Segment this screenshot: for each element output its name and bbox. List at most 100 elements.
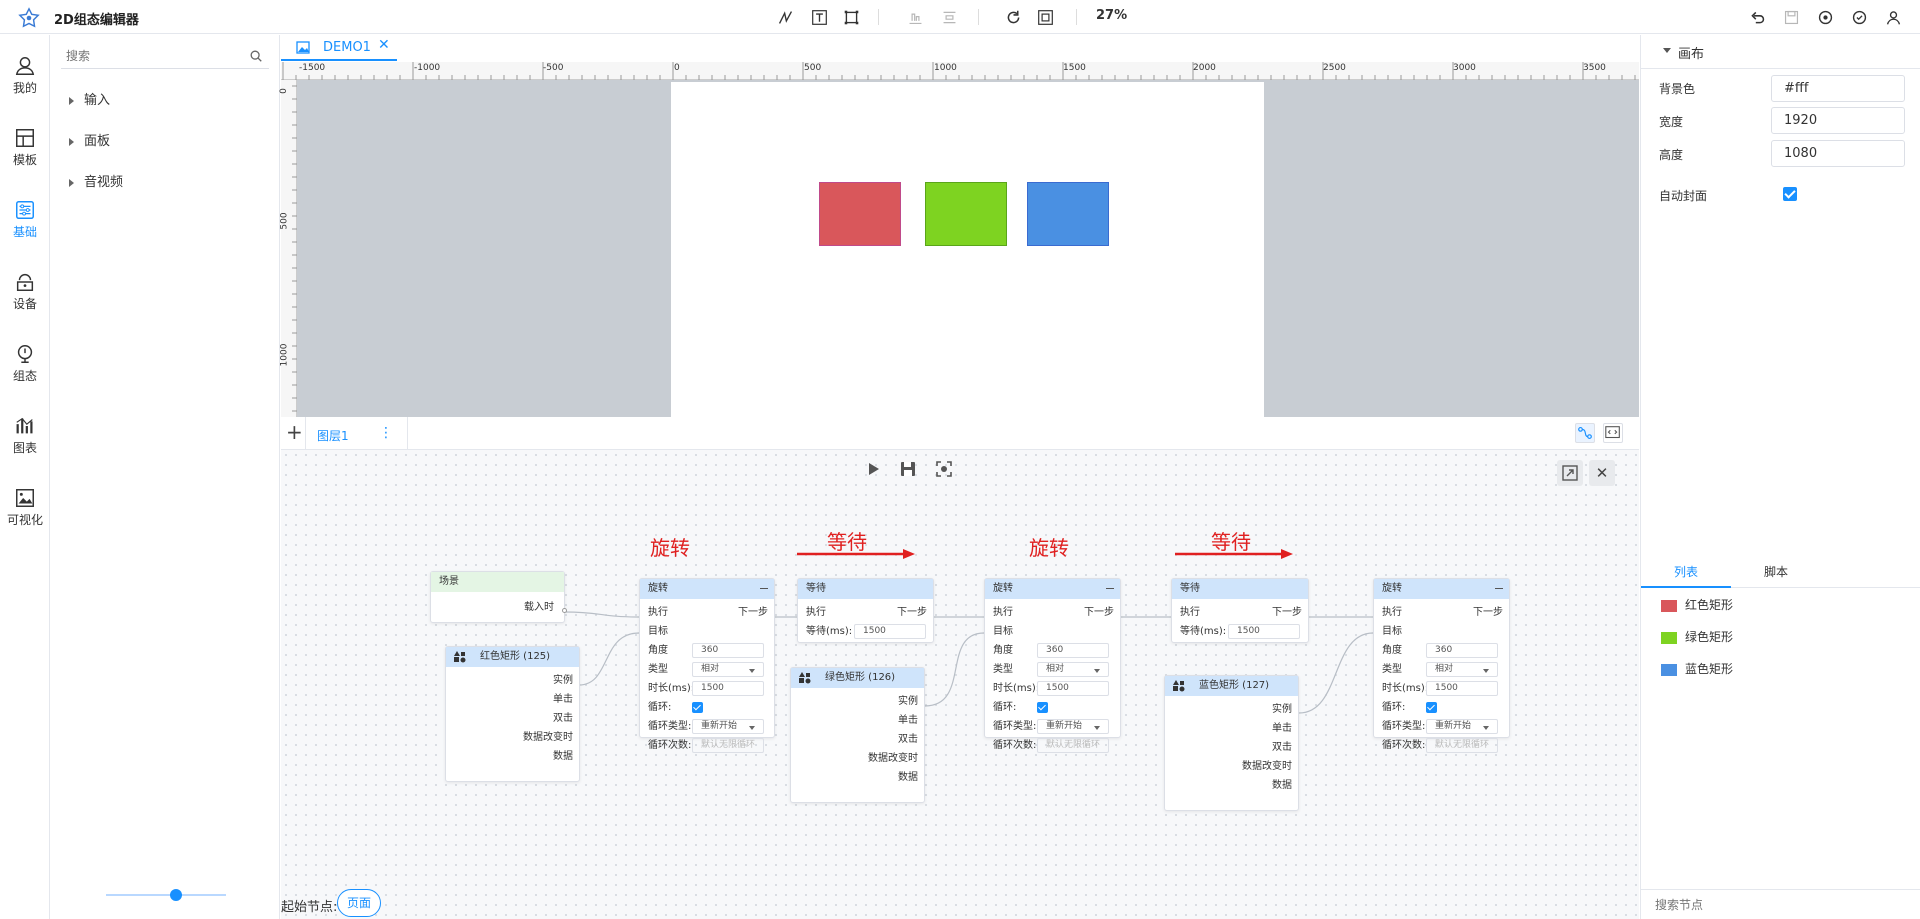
- wait-node[interactable]: 等待 执行 下一步 等待(ms): 1500: [1171, 578, 1309, 643]
- loop-type-select[interactable]: 重新开始: [1037, 719, 1109, 734]
- loop-count-input[interactable]: 默认无限循环: [1426, 738, 1498, 753]
- list-item-blue[interactable]: 蓝色矩形: [1661, 660, 1733, 677]
- duration-input[interactable]: 1500: [692, 681, 764, 696]
- save-disabled-icon[interactable]: [1782, 8, 1800, 26]
- node-title: 蓝色矩形 (127): [1199, 680, 1270, 691]
- layer-tab[interactable]: 图层1: [317, 427, 349, 444]
- red-rectangle-node[interactable]: 红色矩形 (125) 实例 单击 双击 数据改变时 数据: [445, 646, 580, 782]
- tree-item-input[interactable]: 输入: [69, 89, 110, 108]
- zoom-level[interactable]: 27%: [1096, 8, 1127, 23]
- caret-right-icon: [69, 137, 74, 146]
- loop-checkbox[interactable]: [692, 702, 703, 713]
- wait-input[interactable]: 1500: [854, 624, 926, 639]
- output-port[interactable]: [562, 608, 567, 613]
- flow-view-icon[interactable]: [1575, 423, 1595, 443]
- list-item-red[interactable]: 红色矩形: [1661, 596, 1733, 613]
- nav-item-template[interactable]: 模板: [0, 123, 50, 179]
- rotate-node[interactable]: 旋转 执行 下一步 目标 角度 360 类型 相对 时长(ms): 1500 循环: 循…: [984, 578, 1121, 753]
- tree-item-label: 音视频: [84, 175, 124, 190]
- align-icon[interactable]: [906, 8, 924, 26]
- port-label: 数据: [1272, 780, 1292, 791]
- layer-more-icon[interactable]: ⋮: [379, 426, 393, 440]
- fit-view-icon[interactable]: [1036, 8, 1054, 26]
- nav-item-basic[interactable]: 基础: [0, 195, 50, 251]
- angle-input[interactable]: 360: [692, 643, 764, 658]
- canvas-section-header[interactable]: 画布: [1641, 35, 1920, 69]
- auto-cover-checkbox[interactable]: [1783, 187, 1797, 201]
- tree-item-panel[interactable]: 面板: [69, 130, 110, 149]
- next-label: 下一步: [897, 607, 927, 618]
- type-select[interactable]: 相对: [1426, 662, 1498, 677]
- nav-item-chart[interactable]: 图表: [0, 411, 50, 467]
- blue-rectangle[interactable]: [1027, 182, 1109, 246]
- collapse-icon[interactable]: [1106, 588, 1114, 589]
- design-canvas[interactable]: [297, 80, 1639, 417]
- wait-node[interactable]: 等待 执行 下一步 等待(ms): 1500: [797, 578, 934, 643]
- blue-rectangle-node[interactable]: 蓝色矩形 (127) 实例 单击 双击 数据改变时 数据: [1164, 675, 1299, 811]
- collapse-icon[interactable]: [1495, 588, 1503, 589]
- loop-checkbox[interactable]: [1037, 702, 1048, 713]
- undo-icon[interactable]: [1748, 8, 1766, 26]
- green-rectangle[interactable]: [925, 182, 1007, 246]
- start-node-button[interactable]: 页面: [337, 889, 381, 917]
- caret-right-icon: [69, 178, 74, 187]
- tree-item-media[interactable]: 音视频: [69, 171, 123, 190]
- loop-type-select[interactable]: 重新开始: [1426, 719, 1498, 734]
- rectangle-tool-icon[interactable]: [842, 8, 860, 26]
- duration-row: 时长(ms): 1500: [985, 679, 1120, 698]
- angle-input[interactable]: 360: [1037, 643, 1109, 658]
- nav-item-device[interactable]: 设备: [0, 267, 50, 323]
- rotate-node[interactable]: 旋转 执行 下一步 目标 角度 360 类型 相对 时长(ms): 1500 循环: 循…: [1373, 578, 1510, 753]
- panel-size-slider[interactable]: [106, 889, 226, 901]
- loop-type-select[interactable]: 重新开始: [692, 719, 764, 734]
- loop-count-input[interactable]: 默认无限循环: [1037, 738, 1109, 753]
- add-layer-icon[interactable]: +: [286, 422, 303, 442]
- green-rectangle-node[interactable]: 绿色矩形 (126) 实例 单击 双击 数据改变时 数据: [790, 667, 925, 803]
- component-search-input[interactable]: [61, 45, 231, 67]
- code-view-icon[interactable]: [1603, 423, 1623, 443]
- list-item-green[interactable]: 绿色矩形: [1661, 628, 1733, 645]
- publish-icon[interactable]: [1850, 8, 1868, 26]
- connect-line-icon[interactable]: [776, 8, 794, 26]
- ruler-label: 1500: [1063, 63, 1086, 73]
- tab-demo1[interactable]: DEMO1 ✕: [281, 35, 397, 61]
- canvas-page[interactable]: [671, 82, 1264, 417]
- bg-color-input[interactable]: #fff: [1771, 75, 1905, 102]
- target-row: 目标: [640, 622, 774, 641]
- node-title: 红色矩形 (125): [480, 651, 551, 662]
- collapse-icon[interactable]: [760, 588, 768, 589]
- close-tab-icon[interactable]: ✕: [378, 37, 390, 53]
- refresh-icon[interactable]: [1004, 8, 1022, 26]
- account-icon[interactable]: [1884, 8, 1902, 26]
- loop-count-input[interactable]: 默认无限循环: [692, 738, 764, 753]
- width-input[interactable]: 1920: [1771, 107, 1905, 134]
- angle-input[interactable]: 360: [1426, 643, 1498, 658]
- node-header: 红色矩形 (125): [446, 647, 579, 667]
- nav-item-mine[interactable]: 我的: [0, 51, 50, 107]
- tab-list[interactable]: 列表: [1641, 558, 1731, 588]
- search-icon[interactable]: [249, 49, 263, 63]
- node-header: 绿色矩形 (126): [791, 668, 924, 688]
- nav-item-config[interactable]: 组态: [0, 339, 50, 395]
- slider-knob[interactable]: [170, 889, 182, 901]
- nav-item-label: 可视化: [6, 513, 43, 527]
- duration-input[interactable]: 1500: [1037, 681, 1109, 696]
- distribute-icon[interactable]: [940, 8, 958, 26]
- app-title: 2D组态编辑器: [54, 13, 139, 28]
- text-tool-icon[interactable]: [810, 8, 828, 26]
- duration-input[interactable]: 1500: [1426, 681, 1498, 696]
- scene-node[interactable]: 场景 载入时: [430, 571, 567, 623]
- preview-icon[interactable]: [1816, 8, 1834, 26]
- red-rectangle[interactable]: [819, 182, 901, 246]
- type-select[interactable]: 相对: [692, 662, 764, 677]
- rotate-node[interactable]: 旋转 执行 下一步 目标 角度 360 类型 相对 时长(ms): 1500 循环: 循…: [639, 578, 775, 753]
- caret-right-icon: [69, 96, 74, 105]
- flow-editor[interactable]: ✕ 旋转 等待 旋转 等待 场景 载入时 红色矩形 (125) 实例 单击 双击…: [281, 450, 1639, 919]
- height-input[interactable]: 1080: [1771, 140, 1905, 167]
- tab-script[interactable]: 脚本: [1731, 558, 1821, 588]
- wait-input[interactable]: 1500: [1228, 624, 1300, 639]
- type-select[interactable]: 相对: [1037, 662, 1109, 677]
- nav-item-visualization[interactable]: 可视化: [0, 483, 50, 539]
- loop-checkbox[interactable]: [1426, 702, 1437, 713]
- node-search-input[interactable]: [1655, 892, 1905, 918]
